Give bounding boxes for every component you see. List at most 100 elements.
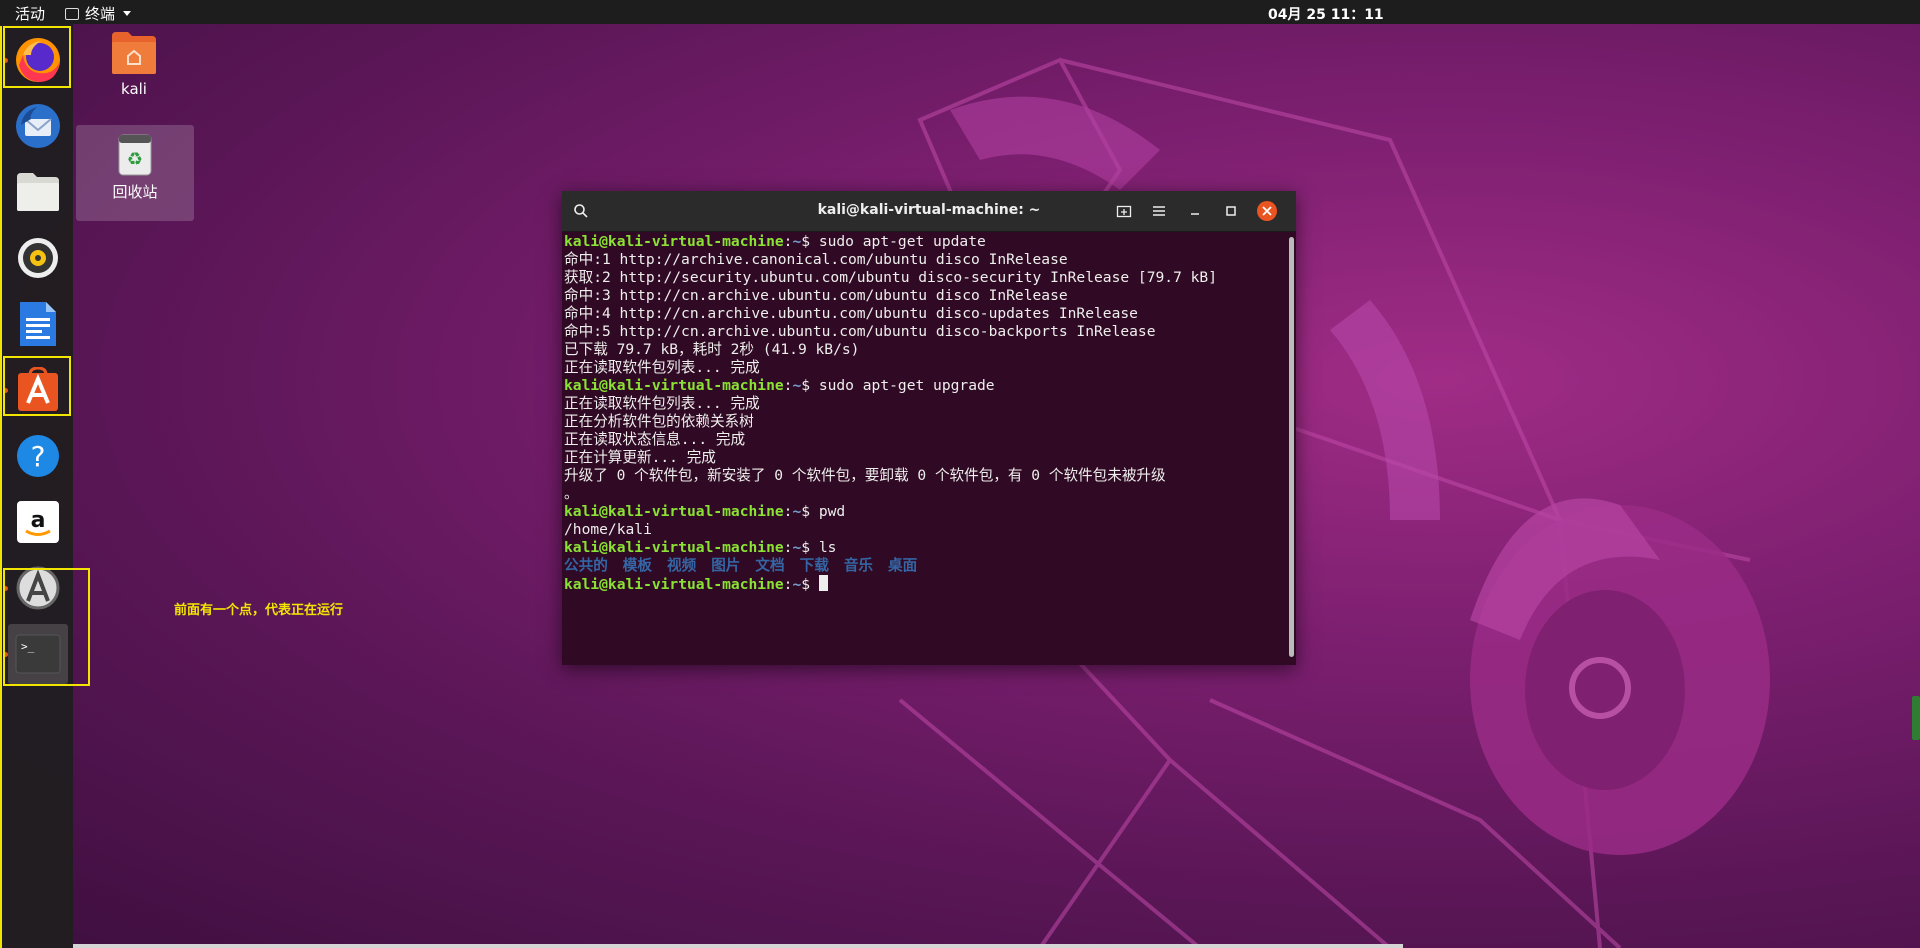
directory-entry: 模板 bbox=[622, 557, 652, 574]
prompt-sign: $ bbox=[801, 377, 819, 394]
prompt-path: ~ bbox=[792, 576, 802, 593]
directory-entry: 图片 bbox=[711, 557, 741, 574]
directory-entry: 视频 bbox=[667, 557, 697, 574]
prompt-user: kali@kali-virtual-machine bbox=[564, 503, 784, 520]
prompt-user: kali@kali-virtual-machine bbox=[564, 539, 784, 556]
output-text: 升级了 0 个软件包，新安装了 0 个软件包，要卸载 0 个软件包，有 0 个软… bbox=[564, 467, 1166, 484]
highlight-box-firefox bbox=[3, 26, 71, 88]
dock-item-files[interactable] bbox=[8, 162, 68, 222]
trash-icon: ♻ bbox=[118, 134, 152, 176]
terminal-window[interactable]: kali@kali-virtual-machine: ~ kali@kali-v… bbox=[562, 191, 1296, 665]
terminal-line: 获取:2 http://security.ubuntu.com/ubuntu d… bbox=[564, 269, 1286, 287]
app-menu-label: 终端 bbox=[85, 5, 116, 23]
top-bar: 活动 终端 04月 25 11：11 bbox=[0, 0, 1920, 24]
command-text: sudo apt-get update bbox=[818, 233, 986, 250]
terminal-headerbar[interactable]: kali@kali-virtual-machine: ~ bbox=[562, 191, 1296, 232]
horizontal-scrollbar[interactable] bbox=[73, 944, 1403, 948]
output-text: 。 bbox=[564, 485, 579, 502]
activities-button[interactable]: 活动 bbox=[15, 3, 45, 24]
close-button[interactable] bbox=[1256, 200, 1278, 222]
output-text: 正在读取软件包列表... 完成 bbox=[564, 359, 760, 376]
dock: ? a >_ bbox=[0, 24, 73, 948]
prompt-path: ~ bbox=[792, 233, 802, 250]
terminal-line: kali@kali-virtual-machine:~$ bbox=[564, 575, 1286, 594]
output-text: 命中:3 http://cn.archive.ubuntu.com/ubuntu… bbox=[564, 287, 1068, 304]
dock-item-thunderbird[interactable] bbox=[8, 96, 68, 156]
terminal-icon bbox=[65, 7, 79, 20]
command-text: ls bbox=[818, 539, 837, 556]
directory-entry: 音乐 bbox=[843, 557, 874, 574]
desktop-icon-label: 回收站 bbox=[112, 183, 158, 201]
prompt-user: kali@kali-virtual-machine bbox=[564, 233, 784, 250]
minimize-button[interactable] bbox=[1184, 200, 1206, 222]
terminal-line: kali@kali-virtual-machine:~$ sudo apt-ge… bbox=[564, 233, 1286, 251]
terminal-line: kali@kali-virtual-machine:~$ pwd bbox=[564, 503, 1286, 521]
terminal-line: 正在读取软件包列表... 完成 bbox=[564, 359, 1286, 377]
maximize-button[interactable] bbox=[1220, 200, 1242, 222]
thunderbird-icon bbox=[16, 104, 60, 148]
output-text: 命中:5 http://cn.archive.ubuntu.com/ubuntu… bbox=[564, 323, 1156, 340]
terminal-line: 命中:5 http://cn.archive.ubuntu.com/ubuntu… bbox=[564, 323, 1286, 341]
amazon-icon: a bbox=[17, 501, 59, 543]
terminal-line: kali@kali-virtual-machine:~$ sudo apt-ge… bbox=[564, 377, 1286, 395]
terminal-line: 正在分析软件包的依赖关系树 bbox=[564, 413, 1286, 431]
output-text: 命中:1 http://archive.canonical.com/ubuntu… bbox=[564, 251, 1068, 268]
hamburger-menu-icon bbox=[1153, 206, 1165, 216]
output-text: 获取:2 http://security.ubuntu.com/ubuntu d… bbox=[564, 269, 1218, 286]
svg-text:♻: ♻ bbox=[127, 149, 143, 170]
close-icon bbox=[1257, 201, 1277, 221]
prompt-path: ~ bbox=[792, 539, 802, 556]
new-tab-icon bbox=[1116, 205, 1132, 218]
home-folder-icon bbox=[112, 32, 156, 74]
new-tab-button[interactable] bbox=[1113, 200, 1135, 222]
terminal-output[interactable]: kali@kali-virtual-machine:~$ sudo apt-ge… bbox=[564, 233, 1286, 661]
text-cursor bbox=[818, 575, 828, 591]
output-text: 正在读取状态信息... 完成 bbox=[564, 431, 746, 448]
dock-item-help[interactable]: ? bbox=[8, 426, 68, 486]
output-text: 命中:4 http://cn.archive.ubuntu.com/ubuntu… bbox=[564, 305, 1138, 322]
svg-text:a: a bbox=[31, 508, 46, 533]
prompt-sign: $ bbox=[801, 233, 819, 250]
clock[interactable]: 04月 25 11：11 bbox=[1268, 4, 1384, 24]
menu-button[interactable] bbox=[1148, 200, 1170, 222]
desktop-icon-trash[interactable]: ♻ 回收站 bbox=[76, 125, 194, 221]
directory-entry: 公共的 bbox=[564, 557, 608, 574]
dock-item-writer[interactable] bbox=[8, 294, 68, 354]
chevron-down-icon bbox=[123, 11, 132, 16]
app-menu[interactable]: 终端 bbox=[65, 3, 132, 24]
maximize-icon bbox=[1226, 206, 1236, 216]
terminal-scrollbar[interactable] bbox=[1289, 237, 1294, 657]
svg-text:?: ? bbox=[31, 440, 46, 473]
terminal-line: 公共的 模板 视频 图片 文档 下载 音乐 桌面 bbox=[564, 557, 1286, 575]
prompt-sign: $ bbox=[801, 576, 819, 593]
prompt-sign: $ bbox=[801, 503, 819, 520]
desktop-icon-home[interactable]: kali bbox=[76, 30, 192, 98]
terminal-line: 已下载 79.7 kB，耗时 2秒 (41.9 kB/s) bbox=[564, 341, 1286, 359]
help-icon: ? bbox=[17, 435, 59, 477]
terminal-line: 命中:1 http://archive.canonical.com/ubuntu… bbox=[564, 251, 1286, 269]
terminal-line: 正在读取软件包列表... 完成 bbox=[564, 395, 1286, 413]
highlight-line bbox=[0, 26, 3, 948]
terminal-line: 命中:3 http://cn.archive.ubuntu.com/ubuntu… bbox=[564, 287, 1286, 305]
prompt-path: ~ bbox=[792, 377, 802, 394]
writer-icon bbox=[20, 302, 56, 346]
prompt-user: kali@kali-virtual-machine bbox=[564, 377, 784, 394]
directory-entry: 下载 bbox=[799, 557, 829, 574]
output-text: 正在分析软件包的依赖关系树 bbox=[564, 413, 754, 430]
folder-icon bbox=[17, 173, 59, 211]
dock-item-rhythmbox[interactable] bbox=[8, 228, 68, 288]
terminal-line: /home/kali bbox=[564, 521, 1286, 539]
rhythmbox-icon bbox=[18, 238, 58, 278]
prompt-user: kali@kali-virtual-machine bbox=[564, 576, 784, 593]
output-text: /home/kali bbox=[564, 521, 652, 538]
command-text: pwd bbox=[818, 503, 846, 520]
directory-entry: 文档 bbox=[755, 557, 785, 574]
directory-entry: 桌面 bbox=[888, 557, 918, 574]
output-text: 已下载 79.7 kB，耗时 2秒 (41.9 kB/s) bbox=[564, 341, 860, 358]
dock-item-amazon[interactable]: a bbox=[8, 492, 68, 552]
highlight-box-software bbox=[3, 356, 71, 416]
terminal-line: 正在读取状态信息... 完成 bbox=[564, 431, 1286, 449]
command-text: sudo apt-get upgrade bbox=[818, 377, 995, 394]
prompt-sign: $ bbox=[801, 539, 819, 556]
prompt-path: ~ bbox=[792, 503, 802, 520]
